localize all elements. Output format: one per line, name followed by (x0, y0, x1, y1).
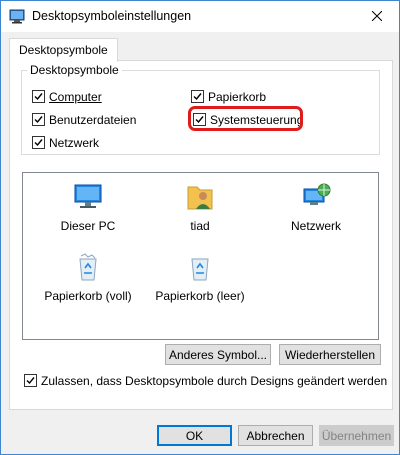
icon-list-view[interactable]: Dieser PC tiad Netzwerk Papierkorb (voll… (22, 172, 379, 340)
checkmark-icon (34, 116, 43, 124)
checkbox-label: Benutzerdateien (49, 112, 137, 127)
window-title: Desktopsymboleinstellungen (32, 9, 192, 23)
tab-strip: Desktopsymbole (9, 38, 391, 62)
icon-label: Papierkorb (leer) (155, 289, 245, 303)
button-label: OK (185, 428, 204, 443)
recycle-bin-empty-icon (184, 251, 216, 283)
checkmark-icon (193, 93, 202, 101)
list-item-network[interactable]: Netzwerk (261, 181, 371, 233)
list-item-user-folder[interactable]: tiad (145, 181, 255, 233)
checkbox-allow-themes[interactable]: Zulassen, dass Desktopsymbole durch Desi… (24, 373, 387, 388)
checkbox-label: Zulassen, dass Desktopsymbole durch Desi… (41, 373, 388, 388)
checkbox-box (191, 90, 204, 103)
checkbox-box (32, 90, 45, 103)
close-button[interactable] (354, 1, 399, 31)
tab-desktop-icons[interactable]: Desktopsymbole (9, 38, 118, 62)
ok-button[interactable]: OK (157, 425, 232, 446)
tab-panel: Desktopsymbole Computer Papierkorb Benut… (9, 60, 393, 410)
checkbox-label: Netzwerk (49, 135, 100, 150)
list-item-this-pc[interactable]: Dieser PC (33, 181, 143, 233)
icon-label: Netzwerk (290, 219, 341, 233)
checkbox-recycle-bin[interactable]: Papierkorb (191, 89, 266, 104)
apply-button[interactable]: Übernehmen (319, 425, 394, 446)
checkbox-label: Computer (49, 89, 102, 104)
recycle-bin-full-icon (72, 251, 104, 283)
icon-label: tiad (190, 219, 210, 233)
checkmark-icon (26, 377, 35, 385)
button-label: Abbrechen (246, 428, 305, 443)
icon-label: Papierkorb (voll) (44, 289, 132, 303)
icon-label: Dieser PC (60, 219, 116, 233)
button-label: Anderes Symbol... (168, 347, 268, 362)
list-item-recycle-bin-full[interactable]: Papierkorb (voll) (33, 251, 143, 303)
list-item-recycle-bin-empty[interactable]: Papierkorb (leer) (145, 251, 255, 303)
change-icon-button[interactable]: Anderes Symbol... (165, 344, 271, 365)
this-pc-icon (72, 181, 104, 213)
checkmark-icon (34, 139, 43, 147)
checkbox-box (24, 374, 37, 387)
button-label: Wiederherstellen (284, 347, 376, 362)
desktop-settings-icon (9, 8, 25, 24)
user-folder-icon (184, 181, 216, 213)
close-icon (371, 11, 382, 21)
highlight-annotation (188, 106, 303, 131)
checkbox-computer[interactable]: Computer (32, 89, 102, 104)
checkbox-user-files[interactable]: Benutzerdateien (32, 112, 136, 127)
network-icon (300, 181, 332, 213)
checkbox-box (32, 113, 45, 126)
dialog-window: Desktopsymboleinstellungen Desktopsymbol… (0, 0, 400, 455)
restore-button[interactable]: Wiederherstellen (279, 344, 381, 365)
checkmark-icon (34, 93, 43, 101)
cancel-button[interactable]: Abbrechen (238, 425, 313, 446)
checkbox-label: Papierkorb (208, 89, 267, 104)
checkbox-network[interactable]: Netzwerk (32, 135, 99, 150)
group-legend: Desktopsymbole (27, 63, 122, 77)
title-bar: Desktopsymboleinstellungen (1, 1, 399, 32)
button-label: Übernehmen (321, 428, 392, 443)
checkbox-box (32, 136, 45, 149)
tab-label: Desktopsymbole (19, 43, 108, 57)
